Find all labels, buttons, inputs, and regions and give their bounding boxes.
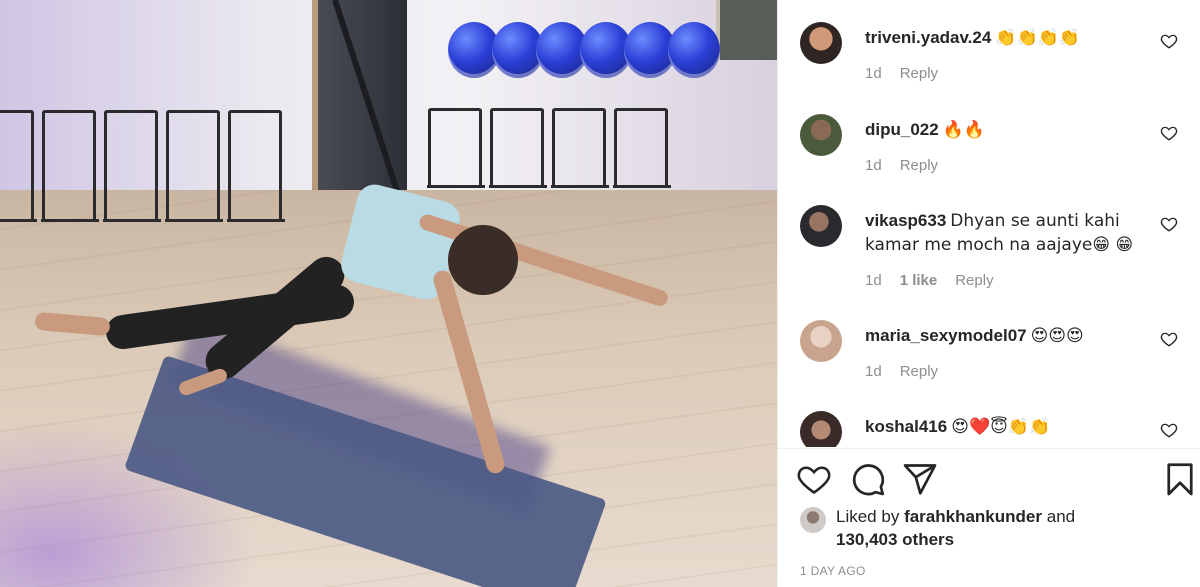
like-comment-heart-icon[interactable] xyxy=(1160,215,1178,233)
bookmark-icon[interactable] xyxy=(1162,461,1198,497)
avatar[interactable] xyxy=(800,205,842,247)
comment-time[interactable]: 1d xyxy=(865,272,882,289)
like-comment-heart-icon[interactable] xyxy=(1160,124,1178,142)
like-comment-heart-icon[interactable] xyxy=(1160,330,1178,348)
comment-text: 😍❤️😇👏👏 xyxy=(951,417,1051,437)
comment-time[interactable]: 1d xyxy=(865,65,882,82)
comment-time[interactable]: 1d xyxy=(865,157,882,174)
comment-like-count[interactable]: 1 like xyxy=(900,272,938,289)
reply-button[interactable]: Reply xyxy=(900,363,938,380)
liker-avatar[interactable] xyxy=(800,507,826,533)
comment-username[interactable]: dipu_022 xyxy=(865,120,939,139)
comment-icon[interactable] xyxy=(850,461,886,497)
reply-button[interactable]: Reply xyxy=(900,157,938,174)
studio-window xyxy=(716,0,777,60)
liker-username[interactable]: farahkhankunder xyxy=(904,507,1042,526)
folding-chairs-left xyxy=(0,110,290,222)
avatar[interactable] xyxy=(800,320,842,362)
comment-text: 🔥🔥 xyxy=(942,120,986,140)
exercise-balls xyxy=(448,22,720,78)
avatar[interactable] xyxy=(800,411,842,447)
reply-button[interactable]: Reply xyxy=(955,272,993,289)
comment-time[interactable]: 1d xyxy=(865,363,882,380)
comment-username[interactable]: triveni.yadav.24 xyxy=(865,28,991,47)
post-image[interactable] xyxy=(0,0,777,587)
avatar[interactable] xyxy=(800,114,842,156)
figure-head xyxy=(448,225,518,295)
heart-icon[interactable] xyxy=(796,461,832,497)
like-comment-heart-icon[interactable] xyxy=(1160,32,1178,50)
comments-panel: triveni.yadav.24 👏👏👏👏 1d Reply dipu_022 🔥🔥 … xyxy=(777,0,1200,587)
studio-door xyxy=(312,0,409,220)
post-date[interactable]: 1 DAY AGO xyxy=(800,564,866,578)
reply-button[interactable]: Reply xyxy=(900,65,938,82)
likes-count-link[interactable]: 130,403 others xyxy=(836,530,954,549)
comment-text: 😍😍😍 xyxy=(1030,326,1084,346)
like-comment-heart-icon[interactable] xyxy=(1160,421,1178,439)
comment-list[interactable]: triveni.yadav.24 👏👏👏👏 1d Reply dipu_022 🔥🔥 … xyxy=(778,0,1200,447)
comment-username[interactable]: koshal416 xyxy=(865,417,947,436)
post-actions-bar xyxy=(778,448,1200,512)
comment-username[interactable]: vikasp633 xyxy=(865,211,946,230)
folding-chairs-right xyxy=(427,108,676,188)
comment-text: 👏👏👏👏 xyxy=(995,28,1080,48)
avatar[interactable] xyxy=(800,22,842,64)
comment-username[interactable]: maria_sexymodel07 xyxy=(865,326,1027,345)
send-icon[interactable] xyxy=(902,461,938,497)
